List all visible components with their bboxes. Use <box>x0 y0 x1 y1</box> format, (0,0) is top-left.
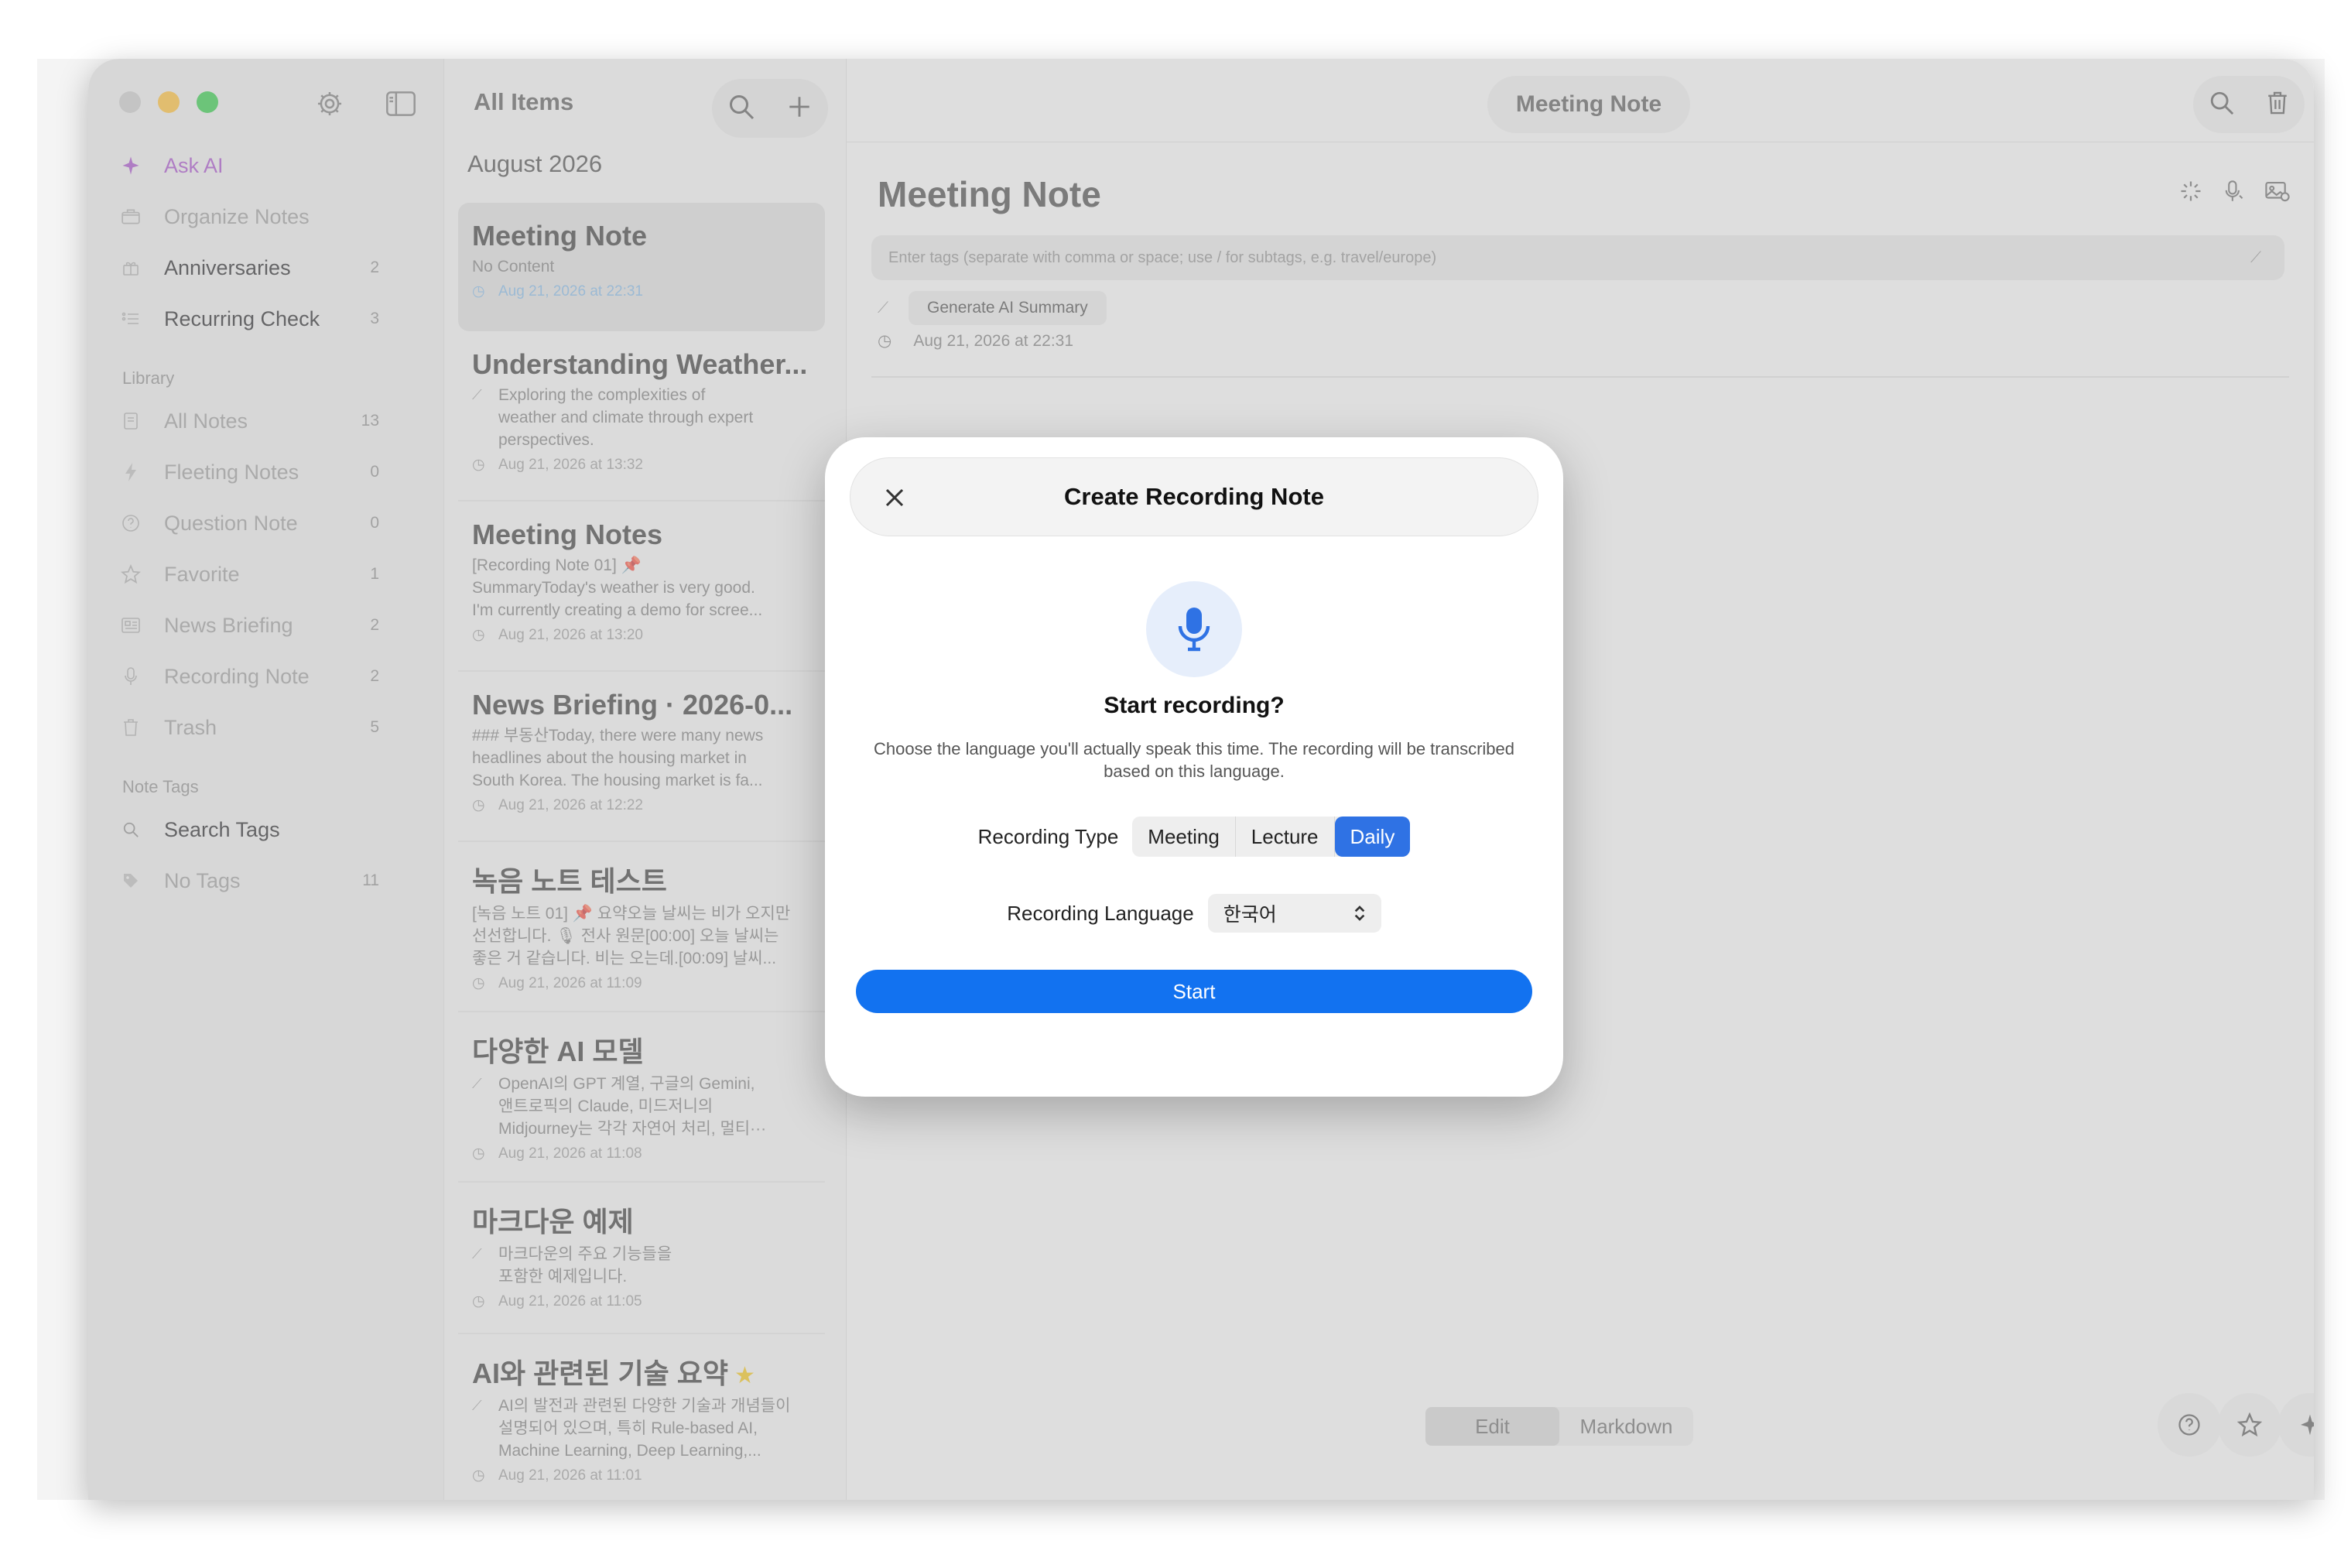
recording-type-label: Recording Type <box>977 824 1119 848</box>
create-recording-dialog: Create Recording Note Start recording? C… <box>825 437 1563 1097</box>
dialog-title: Create Recording Note <box>1064 483 1324 510</box>
type-option-daily[interactable]: Daily <box>1334 817 1411 857</box>
recording-type-row: Recording Type Meeting Lecture Daily <box>825 817 1563 857</box>
chevron-updown-icon <box>1354 906 1364 921</box>
dialog-heading: Start recording? <box>1104 693 1285 718</box>
type-option-meeting[interactable]: Meeting <box>1132 817 1236 857</box>
dialog-description: Choose the language you'll actually spea… <box>873 739 1515 781</box>
recording-language-row: Recording Language 한국어 <box>825 894 1563 933</box>
selected-language: 한국어 <box>1223 904 1277 926</box>
dialog-header: Create Recording Note <box>850 457 1538 536</box>
recording-language-select[interactable]: 한국어 <box>1207 894 1381 933</box>
type-option-lecture[interactable]: Lecture <box>1236 817 1335 857</box>
mic-icon <box>1178 608 1210 652</box>
recording-language-label: Recording Language <box>1007 901 1194 925</box>
recording-type-segmented: Meeting Lecture Daily <box>1132 817 1411 857</box>
start-recording-button[interactable]: Start <box>856 970 1532 1013</box>
mic-badge <box>1146 581 1242 677</box>
